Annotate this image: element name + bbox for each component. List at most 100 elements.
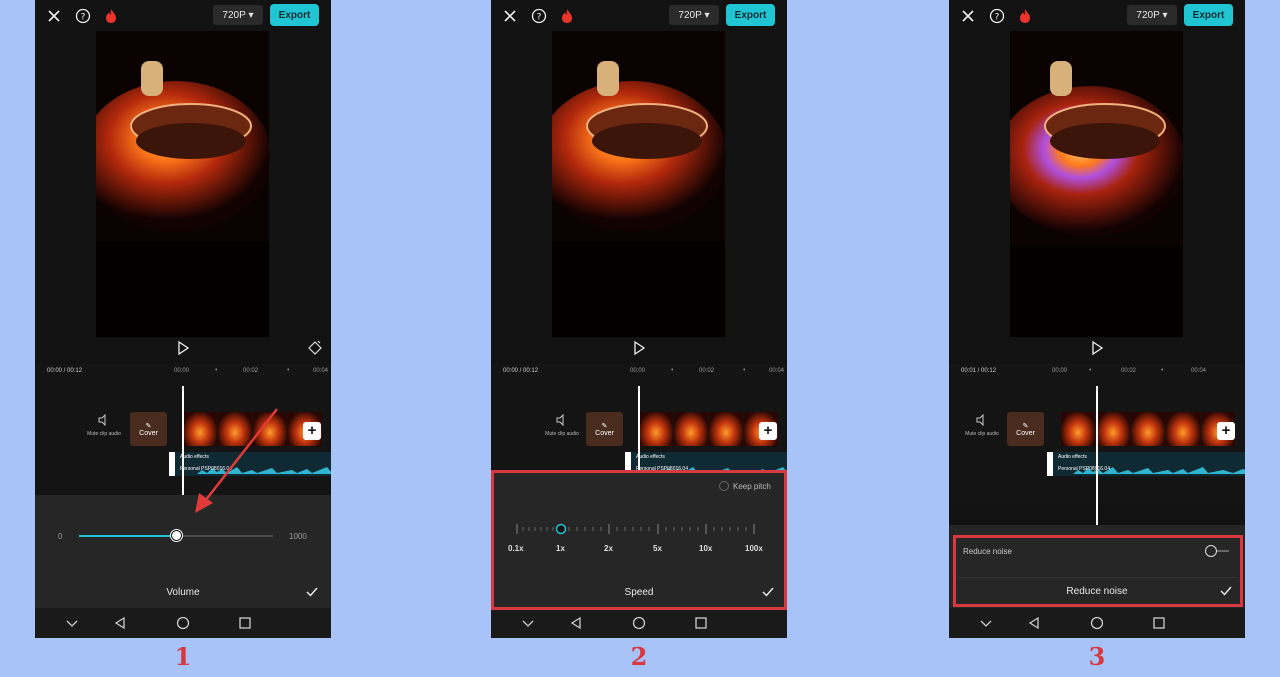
mute-clip-audio-button[interactable]: Mute clip audio (961, 413, 1003, 437)
phone-screen-volume: ? 720P ▾ Export 00:00 / 00:12 00:00 • 00… (35, 0, 331, 638)
resolution-label: 720P (678, 9, 702, 21)
ruler-label: 00:00 (174, 368, 190, 374)
help-icon[interactable]: ? (987, 6, 1007, 26)
top-bar: ? 720P ▾ Export (949, 0, 1245, 32)
check-icon[interactable] (305, 585, 319, 599)
timeline[interactable]: 00:01 / 00:12 00:00 • 00:02 • 00:04 Mute… (949, 364, 1245, 526)
resolution-dropdown[interactable]: 720P ▾ (669, 5, 719, 25)
volume-slider[interactable] (79, 530, 273, 542)
home-icon[interactable] (632, 616, 646, 630)
top-bar: ? 720P ▾ Export (491, 0, 787, 32)
mute-clip-audio-button[interactable]: Mute clip audio (541, 413, 583, 437)
add-clip-button[interactable]: + (303, 422, 321, 440)
audio-effects-label: Audio effects (636, 454, 665, 460)
volume-fill (79, 535, 176, 537)
chevron-down-icon[interactable] (65, 616, 79, 630)
timecode: 00:01 / 00:12 (961, 368, 997, 374)
edit-icon: ✎ (145, 422, 152, 430)
system-nav-bar (35, 608, 331, 638)
ruler-label: 00:02 (1121, 368, 1137, 374)
video-preview[interactable] (96, 31, 269, 337)
help-icon[interactable]: ? (73, 6, 93, 26)
recents-icon[interactable] (694, 616, 708, 630)
timecode: 00:00 / 00:12 (503, 368, 539, 374)
help-icon[interactable]: ? (529, 6, 549, 26)
volume-slider-handle[interactable] (171, 530, 182, 541)
panel-title: Volume (166, 587, 200, 598)
timecode: 00:00 / 00:12 (47, 368, 83, 374)
ruler-dot: • (1089, 367, 1092, 374)
speaker-icon (961, 413, 1003, 428)
mute-clip-audio-button[interactable]: Mute clip audio (83, 413, 125, 437)
cover-button[interactable]: ✎ Cover (586, 412, 623, 446)
close-icon[interactable] (500, 6, 520, 26)
svg-text:?: ? (537, 13, 542, 23)
export-button[interactable]: Export (726, 4, 775, 26)
resolution-label: 720P (1136, 9, 1160, 21)
close-icon[interactable] (44, 6, 64, 26)
mute-clip-audio-label: Mute clip audio (965, 431, 999, 437)
cover-label: Cover (1016, 429, 1035, 437)
ruler-dot: • (287, 367, 290, 374)
highlight-box (491, 470, 787, 610)
home-icon[interactable] (176, 616, 190, 630)
ruler-dot: • (1161, 367, 1164, 374)
resolution-label: 720P (222, 9, 246, 21)
ruler-label: 00:00 (630, 368, 646, 374)
ruler-dot: • (215, 367, 218, 374)
system-nav-bar (949, 608, 1245, 638)
cover-label: Cover (139, 429, 158, 437)
back-icon[interactable] (1027, 616, 1041, 630)
fire-icon (101, 6, 121, 26)
close-icon[interactable] (958, 6, 978, 26)
ruler-dot: • (671, 367, 674, 374)
cover-label: Cover (595, 429, 614, 437)
volume-max-label: 1000 (289, 532, 307, 541)
ruler-label: 00:04 (1191, 368, 1207, 374)
resolution-dropdown[interactable]: 720P ▾ (213, 5, 263, 25)
top-bar: ? 720P ▾ Export (35, 0, 331, 32)
recents-icon[interactable] (1152, 616, 1166, 630)
back-icon[interactable] (113, 616, 127, 630)
video-preview[interactable] (552, 31, 725, 337)
red-arrow-annotation (195, 408, 278, 513)
video-preview[interactable] (1010, 31, 1183, 337)
volume-min-label: 0 (58, 532, 63, 541)
edit-icon: ✎ (601, 422, 608, 430)
highlight-box (953, 535, 1243, 607)
ruler-label: 00:02 (699, 368, 715, 374)
back-icon[interactable] (569, 616, 583, 630)
video-frame-thumbnail (639, 412, 673, 446)
recents-icon[interactable] (238, 616, 252, 630)
add-clip-button[interactable]: + (759, 422, 777, 440)
mute-clip-audio-label: Mute clip audio (545, 431, 579, 437)
speaker-icon (541, 413, 583, 428)
video-frame-thumbnail (674, 412, 708, 446)
resolution-dropdown[interactable]: 720P ▾ (1127, 5, 1177, 25)
edit-icon: ✎ (1022, 422, 1029, 430)
audio-file-name: Personal PSP08016.04 (1058, 466, 1110, 472)
export-button[interactable]: Export (1184, 4, 1233, 26)
video-frame-thumbnail (1096, 412, 1130, 446)
chevron-down-icon[interactable] (979, 616, 993, 630)
audio-effects-label: Audio effects (1058, 454, 1087, 460)
play-icon[interactable] (631, 340, 647, 356)
play-icon[interactable] (175, 340, 191, 356)
cover-button[interactable]: ✎ Cover (130, 412, 167, 446)
cover-button[interactable]: ✎ Cover (1007, 412, 1044, 446)
chevron-down-icon[interactable] (521, 616, 535, 630)
ruler-label: 00:04 (313, 368, 329, 374)
export-button[interactable]: Export (270, 4, 319, 26)
mute-clip-audio-label: Mute clip audio (87, 431, 121, 437)
play-icon[interactable] (1089, 340, 1105, 356)
ruler-label: 00:04 (769, 368, 785, 374)
svg-text:?: ? (81, 13, 86, 23)
playhead[interactable] (1096, 386, 1098, 526)
keyframe-icon[interactable] (307, 340, 323, 356)
ruler-label: 00:00 (1052, 368, 1068, 374)
home-icon[interactable] (1090, 616, 1104, 630)
audio-track[interactable]: Audio effects Personal PSP08016.04 (1047, 452, 1245, 476)
timeline[interactable]: 00:00 / 00:12 00:00 • 00:02 • 00:04 Mute… (35, 364, 331, 526)
add-clip-button[interactable]: + (1217, 422, 1235, 440)
fire-icon (557, 6, 577, 26)
